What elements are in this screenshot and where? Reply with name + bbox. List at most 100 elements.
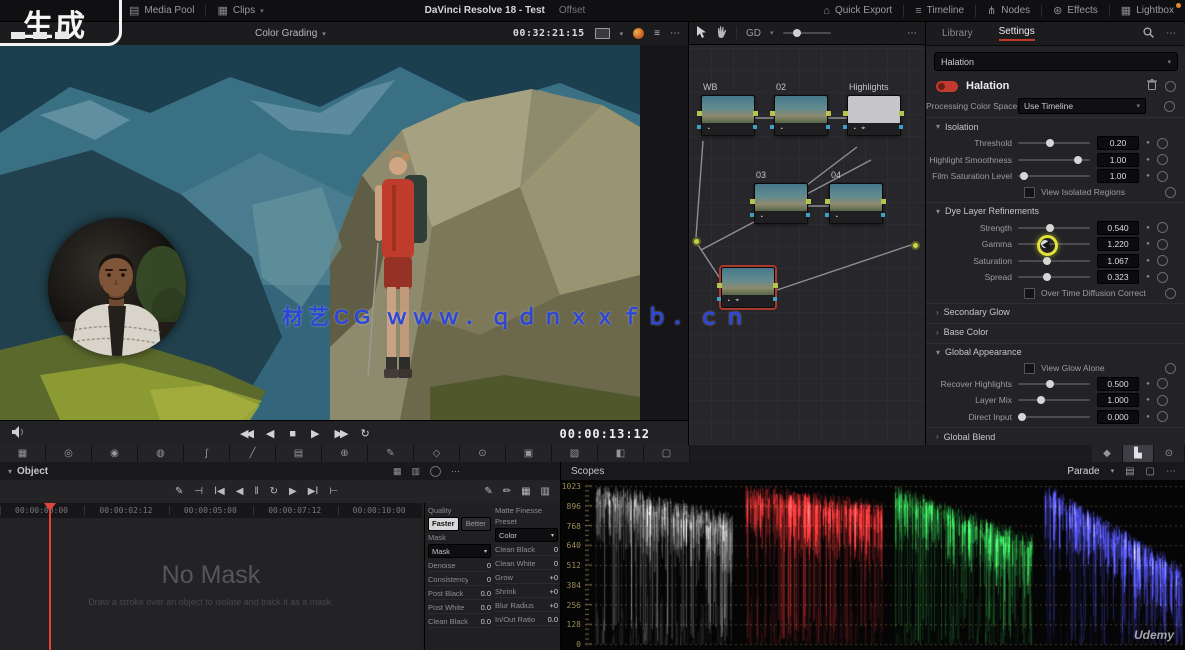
slider-handle[interactable] (1043, 273, 1051, 281)
pause-button[interactable]: ‖ (254, 486, 258, 497)
key-icon[interactable]: ◧ (598, 445, 644, 462)
source-connector-dot[interactable] (692, 237, 701, 246)
slider-handle[interactable] (1043, 257, 1051, 265)
quality-better-button[interactable]: Better (461, 517, 492, 531)
slider-handle[interactable] (1074, 156, 1082, 164)
chevron-down-icon[interactable]: ▾ (8, 467, 12, 476)
slider-handle[interactable] (1037, 396, 1045, 404)
track-to-start-button[interactable]: ⊣ (194, 486, 203, 497)
param-row[interactable]: Post Black0.0 (428, 588, 491, 600)
list-view-icon[interactable]: ▥ (411, 466, 420, 477)
nodes-button[interactable]: ⋔Nodes (976, 0, 1041, 21)
node-zoom-slider[interactable] (783, 32, 831, 34)
node-output-dot[interactable] (899, 125, 903, 129)
expand-icon[interactable]: ▢ (1146, 466, 1155, 477)
node-output-dot[interactable] (881, 199, 886, 204)
tab-library[interactable]: Library (942, 28, 973, 39)
param-row[interactable]: Consistency0 (428, 574, 491, 586)
node-output-dot[interactable] (773, 283, 778, 288)
section-global-appearance[interactable]: ▾Global Appearance (926, 343, 1185, 361)
node-graph[interactable]: WB◔02◔Highlights◔⌖03◔04◔◔⌖ (688, 45, 926, 445)
node-output-dot[interactable] (899, 111, 904, 116)
node-02[interactable]: 02◔ (774, 95, 826, 136)
clips-button[interactable]: ▦ Clips ▾ (206, 0, 274, 21)
next-frame-button[interactable]: ▶Ⅰ (308, 486, 319, 497)
keyframe-icon[interactable]: ● (1139, 241, 1157, 247)
node-input-dot[interactable] (750, 213, 754, 217)
stop-button[interactable]: ■ (289, 428, 296, 440)
reset-icon[interactable] (1164, 101, 1175, 112)
param-row[interactable]: Clean Black0.0 (428, 616, 491, 628)
reset-icon[interactable] (1157, 378, 1168, 389)
param-row[interactable]: Clean Black0 (495, 544, 558, 556)
node-input-dot[interactable] (825, 213, 829, 217)
prev-frame-button[interactable]: Ⅰ◀ (214, 486, 225, 497)
section-global-blend[interactable]: ›Global Blend (926, 427, 1185, 445)
timeline-dropdown[interactable]: Color Grading ▾ (255, 28, 326, 39)
slider-handle[interactable] (1018, 413, 1026, 421)
slider-highlight-smoothness[interactable] (1018, 159, 1090, 161)
grid-view-button[interactable]: ▦ (521, 486, 530, 497)
node-output-dot[interactable] (806, 213, 810, 217)
pcs-dropdown[interactable]: Use Timeline ▾ (1018, 98, 1146, 114)
blur-icon[interactable]: ▧ (552, 445, 598, 462)
select-tool-icon[interactable] (697, 26, 707, 41)
slider-strength[interactable] (1018, 227, 1090, 229)
media-pool-button[interactable]: ▤ Media Pool (118, 0, 205, 21)
checkbox[interactable] (1024, 288, 1035, 299)
node-input-dot[interactable] (697, 125, 701, 129)
keyframe-icon[interactable]: ● (1139, 140, 1157, 146)
node-03[interactable]: 03◔ (754, 183, 806, 224)
node-input-dot[interactable] (843, 125, 847, 129)
color-warper-icon[interactable]: ▤ (276, 445, 322, 462)
reset-icon[interactable] (1157, 171, 1168, 182)
reset-icon[interactable] (1157, 272, 1168, 283)
effect-enable-toggle[interactable] (936, 81, 958, 92)
quick-export-button[interactable]: ⌂Quick Export (812, 0, 903, 21)
color-wheels-icon[interactable]: ◉ (92, 445, 138, 462)
param-row[interactable]: Denoise0 (428, 560, 491, 572)
section-dye-layer-refinements[interactable]: ▾Dye Layer Refinements (926, 202, 1185, 220)
tracker-icon[interactable]: ⊙ (460, 445, 506, 462)
param-row[interactable]: Post White0.0 (428, 602, 491, 614)
checkbox[interactable] (1024, 363, 1035, 374)
qualifier-icon[interactable]: ⊕ (322, 445, 368, 462)
reset-icon[interactable] (430, 466, 441, 477)
param-row[interactable]: Clean White0 (495, 558, 558, 570)
reset-icon[interactable] (1157, 154, 1168, 165)
slider-direct-input[interactable] (1018, 416, 1090, 418)
node-output-dot[interactable] (881, 213, 885, 217)
slider-handle[interactable] (1046, 224, 1054, 232)
scope-mode-dropdown[interactable]: Parade (1067, 466, 1099, 477)
power-window-icon[interactable]: ◇ (414, 445, 460, 462)
param-row[interactable]: Blur Radius+0 (495, 600, 558, 612)
keyframe-icon[interactable]: ● (1139, 397, 1157, 403)
slider-handle[interactable] (1046, 380, 1054, 388)
more-options-icon[interactable]: ⋯ (451, 466, 460, 477)
node-input-dot[interactable] (697, 111, 702, 116)
checkbox[interactable] (1024, 187, 1035, 198)
slider-recover-highlights[interactable] (1018, 383, 1090, 385)
hdr-wheels-icon[interactable]: ◍ (138, 445, 184, 462)
more-options-icon[interactable]: ⋯ (1166, 28, 1176, 39)
step-back-button[interactable]: ◀ (266, 427, 274, 440)
slider-handle[interactable] (1020, 172, 1028, 180)
reset-icon[interactable] (1157, 239, 1168, 250)
node-input-dot[interactable] (825, 199, 830, 204)
retrack-button[interactable]: ↻ (270, 486, 278, 497)
output-connector-dot[interactable] (911, 241, 920, 250)
keyframe-icon[interactable]: ● (1139, 258, 1157, 264)
keyframe-icon[interactable]: ● (1139, 274, 1157, 280)
chevron-down-icon[interactable]: ▾ (620, 30, 624, 38)
magic-mask-icon[interactable]: ▣ (506, 445, 552, 462)
node-Highlights[interactable]: Highlights◔⌖ (847, 95, 899, 136)
options-button[interactable]: ▥ (541, 486, 550, 497)
keyframe-icon[interactable]: ● (1139, 381, 1157, 387)
color-match-icon[interactable]: ◎ (46, 445, 92, 462)
section-isolation[interactable]: ▾Isolation (926, 117, 1185, 135)
node-output-dot[interactable] (826, 111, 831, 116)
param-row[interactable]: Shrink+0 (495, 586, 558, 598)
effects-button[interactable]: ⊛Effects (1042, 0, 1109, 21)
timeline-button[interactable]: ≡Timeline (904, 0, 975, 21)
slider-spread[interactable] (1018, 276, 1090, 278)
